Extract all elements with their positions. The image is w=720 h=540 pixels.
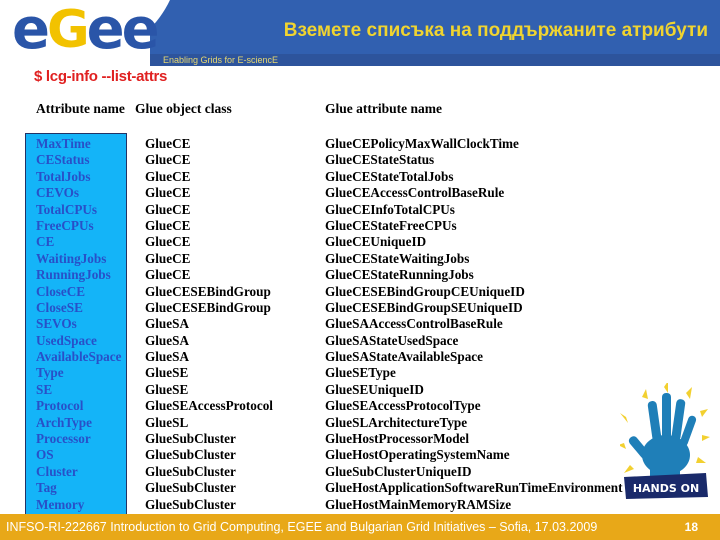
attribute-name-cell: CEStatus — [36, 152, 90, 168]
object-class-cell: GlueCE — [145, 168, 191, 184]
attribute-name-cell: ArchType — [36, 414, 92, 430]
object-class-cell: GlueCE — [145, 234, 191, 250]
glue-attribute-cell: GlueCEStateStatus — [325, 152, 435, 168]
attribute-name-cell: RunningJobs — [36, 267, 111, 283]
object-class-cell: GlueSubCluster — [145, 431, 236, 447]
glue-attribute-cell: GlueSAStateUsedSpace — [325, 332, 459, 348]
footer-text: INFSO-RI-222667 Introduction to Grid Com… — [6, 520, 598, 534]
header-attribute-name: Attribute name — [36, 101, 125, 116]
object-class-cell: GlueCE — [145, 201, 191, 217]
attribute-name-cell: Memory — [36, 496, 85, 512]
glue-attribute-cell: GlueSEType — [325, 365, 396, 381]
object-class-cell: GlueCE — [145, 217, 191, 233]
slide-title: Вземете списъка на поддържаните атрибути — [283, 20, 708, 41]
attribute-name-column: MaxTime CEStatus TotalJobs CEVOs TotalCPUs Fr… — [36, 136, 121, 513]
object-class-cell: GlueSubCluster — [145, 480, 236, 496]
glue-attribute-cell: GlueCESEBindGroupCEUniqueID — [325, 283, 525, 299]
object-class-cell: GlueCE — [145, 250, 191, 266]
object-class-cell: GlueCESEBindGroup — [145, 299, 271, 315]
attribute-name-cell: WaitingJobs — [36, 250, 107, 266]
glue-attribute-cell: GlueCEStateRunningJobs — [325, 267, 474, 283]
logo-letter: e — [86, 0, 125, 62]
object-class-cell: GlueCE — [145, 185, 191, 201]
attribute-name-cell: TotalJobs — [36, 168, 91, 184]
attribute-name-cell: SE — [36, 381, 53, 397]
glue-attribute-cell: GlueCEInfoTotalCPUs — [325, 201, 455, 217]
glue-attribute-cell: GlueSLArchitectureType — [325, 414, 468, 430]
glue-attribute-cell: GlueCESEBindGroupSEUniqueID — [325, 299, 523, 315]
glue-attribute-cell: GlueHostOperatingSystemName — [325, 447, 510, 463]
glue-attribute-cell: GlueCEStateFreeCPUs — [325, 217, 457, 233]
attribute-name-cell: Tag — [36, 480, 57, 496]
hands-on-label: HANDS ON — [624, 473, 708, 499]
object-class-cell: GlueSEAccessProtocol — [145, 398, 273, 414]
page-number: 18 — [684, 520, 698, 534]
object-class-cell: GlueCE — [145, 136, 191, 151]
logo-letter: G — [46, 0, 90, 60]
object-class-column: GlueCE GlueCE GlueCE GlueCE GlueCE GlueCE Glue… — [145, 136, 273, 513]
glue-attribute-cell: GlueCEAccessControlBaseRule — [325, 185, 505, 201]
attribute-name-cell: AvailableSpace — [36, 349, 122, 365]
attribute-name-cell: FreeCPUs — [36, 217, 94, 233]
glue-attribute-cell: GlueHostProcessorModel — [325, 431, 470, 447]
logo-letter: e — [12, 0, 50, 62]
hand-icon — [628, 393, 697, 477]
object-class-cell: GlueSE — [145, 381, 189, 397]
glue-attribute-cell: GlueSAStateAvailableSpace — [325, 349, 484, 365]
glue-attribute-cell: GlueSubClusterUniqueID — [325, 463, 472, 479]
hands-on-text: HANDS ON — [633, 482, 699, 495]
glue-attribute-cell: GlueCEStateTotalJobs — [325, 168, 454, 184]
hands-on-badge: HANDS ON — [620, 383, 710, 499]
glue-attribute-cell: GlueCEPolicyMaxWallClockTime — [325, 136, 519, 151]
attribute-name-cell: TotalCPUs — [36, 201, 98, 217]
object-class-cell: GlueSL — [145, 414, 189, 430]
attribute-name-cell: UsedSpace — [36, 332, 97, 348]
object-class-cell: GlueSA — [145, 349, 189, 365]
object-class-cell: GlueSubCluster — [145, 496, 236, 512]
object-class-cell: GlueSE — [145, 365, 189, 381]
object-class-cell: GlueSubCluster — [145, 463, 236, 479]
object-class-cell: GlueCESEBindGroup — [145, 283, 271, 299]
glue-attribute-cell: GlueCEUniqueID — [325, 234, 427, 250]
glue-attribute-column: GlueCEPolicyMaxWallClockTime GlueCEStateS… — [325, 136, 622, 513]
attribute-name-cell: Type — [36, 365, 64, 381]
header-object-class: Glue object class — [135, 101, 232, 116]
attribute-name-cell: Protocol — [36, 398, 84, 414]
attribute-name-cell: CEVOs — [36, 185, 79, 201]
glue-attribute-cell: GlueCEStateWaitingJobs — [325, 250, 470, 266]
attribute-name-cell: Processor — [36, 431, 91, 447]
footer-bar: INFSO-RI-222667 Introduction to Grid Com… — [0, 514, 720, 540]
glue-attribute-cell: GlueSAAccessControlBaseRule — [325, 316, 503, 332]
object-class-cell: GlueSA — [145, 332, 189, 348]
glue-attribute-cell: GlueHostApplicationSoftwareRunTimeEnviro… — [325, 480, 623, 496]
attribute-name-cell: CE — [36, 234, 55, 250]
object-class-cell: GlueSA — [145, 316, 189, 332]
attribute-name-cell: CloseSE — [36, 299, 83, 315]
glue-attribute-cell: GlueSEAccessProtocolType — [325, 398, 481, 414]
attribute-name-cell: MaxTime — [36, 136, 91, 151]
tagline: Enabling Grids for E-sciencE — [163, 55, 279, 65]
command-line: $ lcg-info --list-attrs — [34, 68, 168, 85]
attribute-name-cell: OS — [36, 447, 54, 463]
glue-attribute-cell: GlueSEUniqueID — [325, 381, 424, 397]
object-class-cell: GlueSubCluster — [145, 447, 236, 463]
egee-logo: e G e e — [12, 0, 160, 62]
attribute-name-cell: SEVOs — [36, 316, 77, 332]
object-class-cell: GlueCE — [145, 267, 191, 283]
logo-letter: e — [121, 0, 160, 62]
attribute-name-cell: Cluster — [36, 463, 78, 479]
object-class-cell: GlueCE — [145, 152, 191, 168]
glue-attribute-cell: GlueHostMainMemoryRAMSize — [325, 496, 512, 512]
attribute-name-cell: CloseCE — [36, 283, 86, 299]
header-glue-attribute: Glue attribute name — [325, 101, 442, 116]
